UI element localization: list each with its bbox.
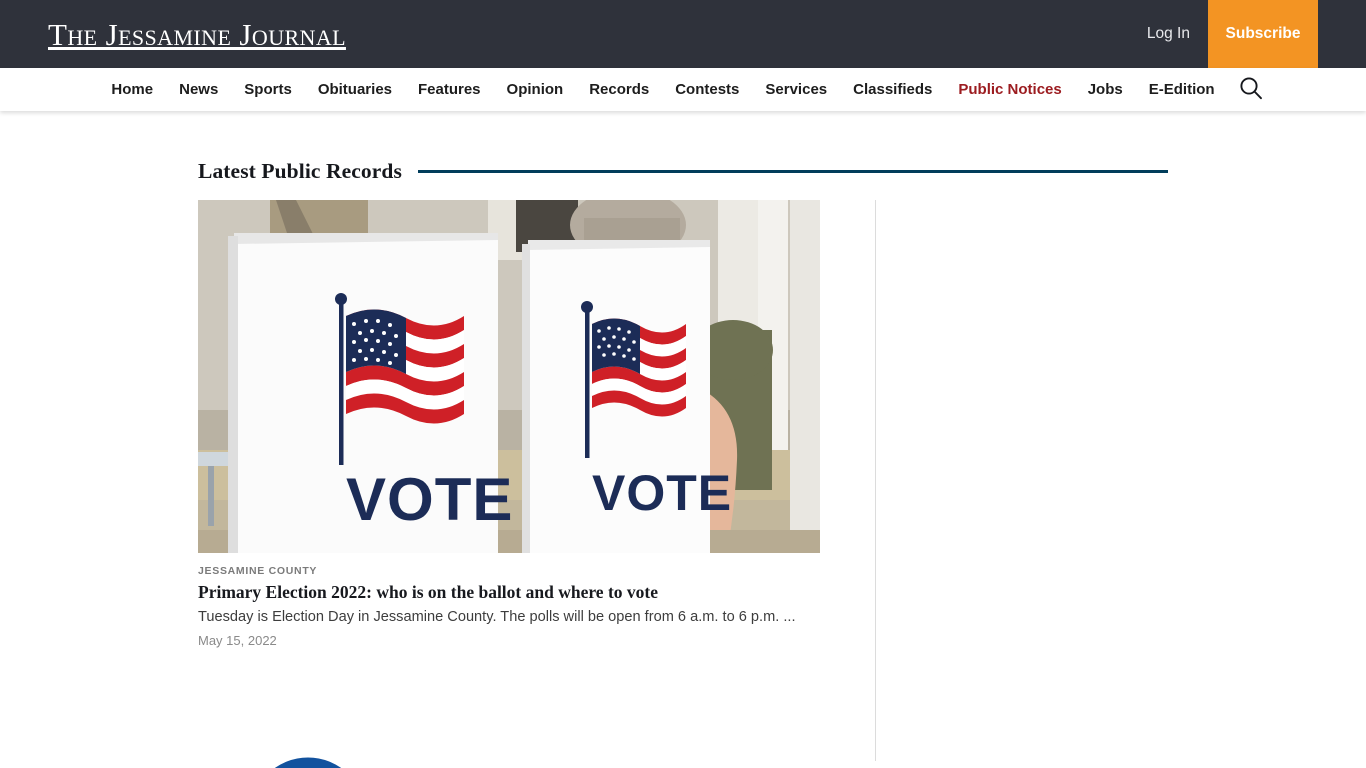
article-headline[interactable]: Primary Election 2022: who is on the bal… (198, 582, 847, 603)
subscribe-button[interactable]: Subscribe (1208, 0, 1318, 68)
nav-item-home[interactable]: Home (98, 68, 166, 111)
article-date: May 15, 2022 (198, 633, 277, 649)
nav-items-list: Home News Sports Obituaries Features Opi… (0, 68, 1366, 111)
article-kicker[interactable]: JESSAMINE COUNTY (198, 565, 847, 577)
nav-item-e-edition[interactable]: E-Edition (1136, 68, 1228, 111)
content-container: Latest Public Records VOTE VOTE JESSAMIN… (198, 111, 1168, 768)
nav-item-sports[interactable]: Sports (231, 68, 305, 111)
search-icon (1238, 75, 1264, 104)
nav-item-features[interactable]: Features (405, 68, 494, 111)
page-body: Latest Public Records VOTE VOTE JESSAMIN… (0, 111, 1366, 768)
article-excerpt: Tuesday is Election Day in Jessamine Cou… (198, 609, 796, 625)
nav-item-services[interactable]: Services (752, 68, 840, 111)
nav-item-opinion[interactable]: Opinion (494, 68, 577, 111)
nav-item-jobs[interactable]: Jobs (1075, 68, 1136, 111)
nav-item-obituaries[interactable]: Obituaries (305, 68, 405, 111)
partial-logo-badge: NFP (248, 753, 368, 768)
content-columns: VOTE VOTE JESSAMINE COUNTY Primary Elect… (198, 200, 1168, 768)
site-logo[interactable]: The Jessamine Journal (48, 19, 346, 50)
section-title: Latest Public Records (198, 159, 402, 183)
svg-text:VOTE: VOTE (592, 465, 732, 521)
nav-item-records[interactable]: Records (576, 68, 662, 111)
search-button[interactable] (1234, 68, 1268, 111)
primary-column: VOTE VOTE JESSAMINE COUNTY Primary Elect… (198, 200, 847, 768)
sidebar-column (876, 200, 1168, 761)
svg-text:VOTE: VOTE (346, 466, 513, 533)
header-actions: Log In Subscribe (1129, 0, 1366, 68)
main-navigation: Home News Sports Obituaries Features Opi… (0, 68, 1366, 111)
nav-item-contests[interactable]: Contests (662, 68, 752, 111)
article-thumbnail[interactable]: VOTE VOTE (198, 200, 820, 553)
login-link[interactable]: Log In (1129, 0, 1208, 68)
nav-item-classifieds[interactable]: Classifieds (840, 68, 945, 111)
nav-item-news[interactable]: News (166, 68, 231, 111)
section-divider-rule (417, 170, 1168, 173)
site-header: The Jessamine Journal Log In Subscribe (0, 0, 1366, 68)
section-header: Latest Public Records (198, 159, 1168, 184)
nav-item-public-notices[interactable]: Public Notices (945, 68, 1074, 111)
